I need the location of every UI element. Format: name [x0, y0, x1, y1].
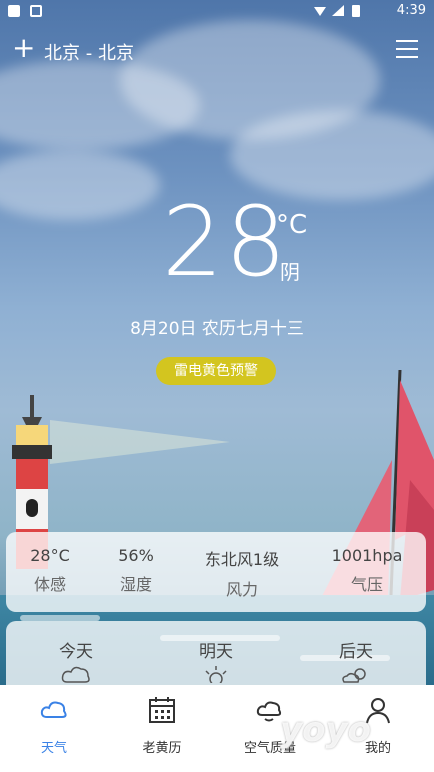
tab-label: 天气	[40, 741, 67, 756]
signal-wifi-battery-icon	[314, 5, 360, 17]
lighthouse-beam	[50, 420, 230, 464]
date-lunar: 8月20日 农历七月十三	[130, 319, 304, 339]
app-notification-icon	[30, 5, 42, 17]
tab-almanac[interactable]: 老黄历	[112, 695, 212, 756]
stat-humidity: 56% 湿度	[106, 546, 166, 595]
sun-icon	[205, 666, 227, 683]
status-time: 4:39	[396, 3, 426, 18]
stat-value: 28°C	[30, 546, 70, 565]
cloud-icon	[61, 666, 90, 683]
city-name[interactable]: 北京 - 北京	[44, 39, 134, 65]
notification-icon	[8, 5, 20, 17]
stat-wind: 东北风1级 风力	[192, 546, 292, 600]
stat-pressure: 1001hpa 气压	[322, 546, 412, 595]
current-temperature: 28	[162, 186, 289, 298]
status-bar: 4:39	[0, 0, 434, 22]
calendar-icon	[149, 697, 175, 723]
weather-stats-card: 28°C 体感 56% 湿度 东北风1级 风力 1001hpa 气压	[6, 532, 426, 612]
forecast-day-today[interactable]: 今天	[36, 637, 116, 662]
weather-condition: 阴	[280, 260, 300, 284]
partly-cloudy-icon	[342, 668, 366, 683]
watermark-logo: yoyo	[280, 710, 372, 750]
forecast-day-after-tomorrow[interactable]: 后天	[316, 637, 396, 662]
tab-weather[interactable]: 天气	[4, 695, 104, 756]
add-city-icon[interactable]: +	[12, 34, 35, 62]
weather-alert-badge[interactable]: 雷电黄色预警	[156, 357, 276, 385]
stat-label: 体感	[33, 575, 66, 594]
stat-label: 湿度	[119, 575, 152, 594]
tab-label: 老黄历	[142, 741, 182, 756]
stat-value: 56%	[118, 546, 154, 565]
cloud	[0, 150, 160, 220]
cloud-icon	[40, 701, 67, 718]
stat-label: 气压	[350, 575, 383, 594]
stat-value: 东北风1级	[204, 550, 280, 569]
forecast-day-tomorrow[interactable]: 明天	[176, 637, 256, 662]
header: + 北京 - 北京	[0, 30, 434, 70]
stat-value: 1001hpa	[331, 546, 403, 565]
temperature-unit: °C	[276, 210, 308, 240]
stat-feels-like: 28°C 体感	[20, 546, 80, 595]
menu-icon[interactable]	[396, 40, 418, 64]
bottom-tab-bar: 天气 老黄历 空气质量 我的 yoyo	[0, 685, 434, 772]
stat-label: 风力	[225, 580, 258, 599]
